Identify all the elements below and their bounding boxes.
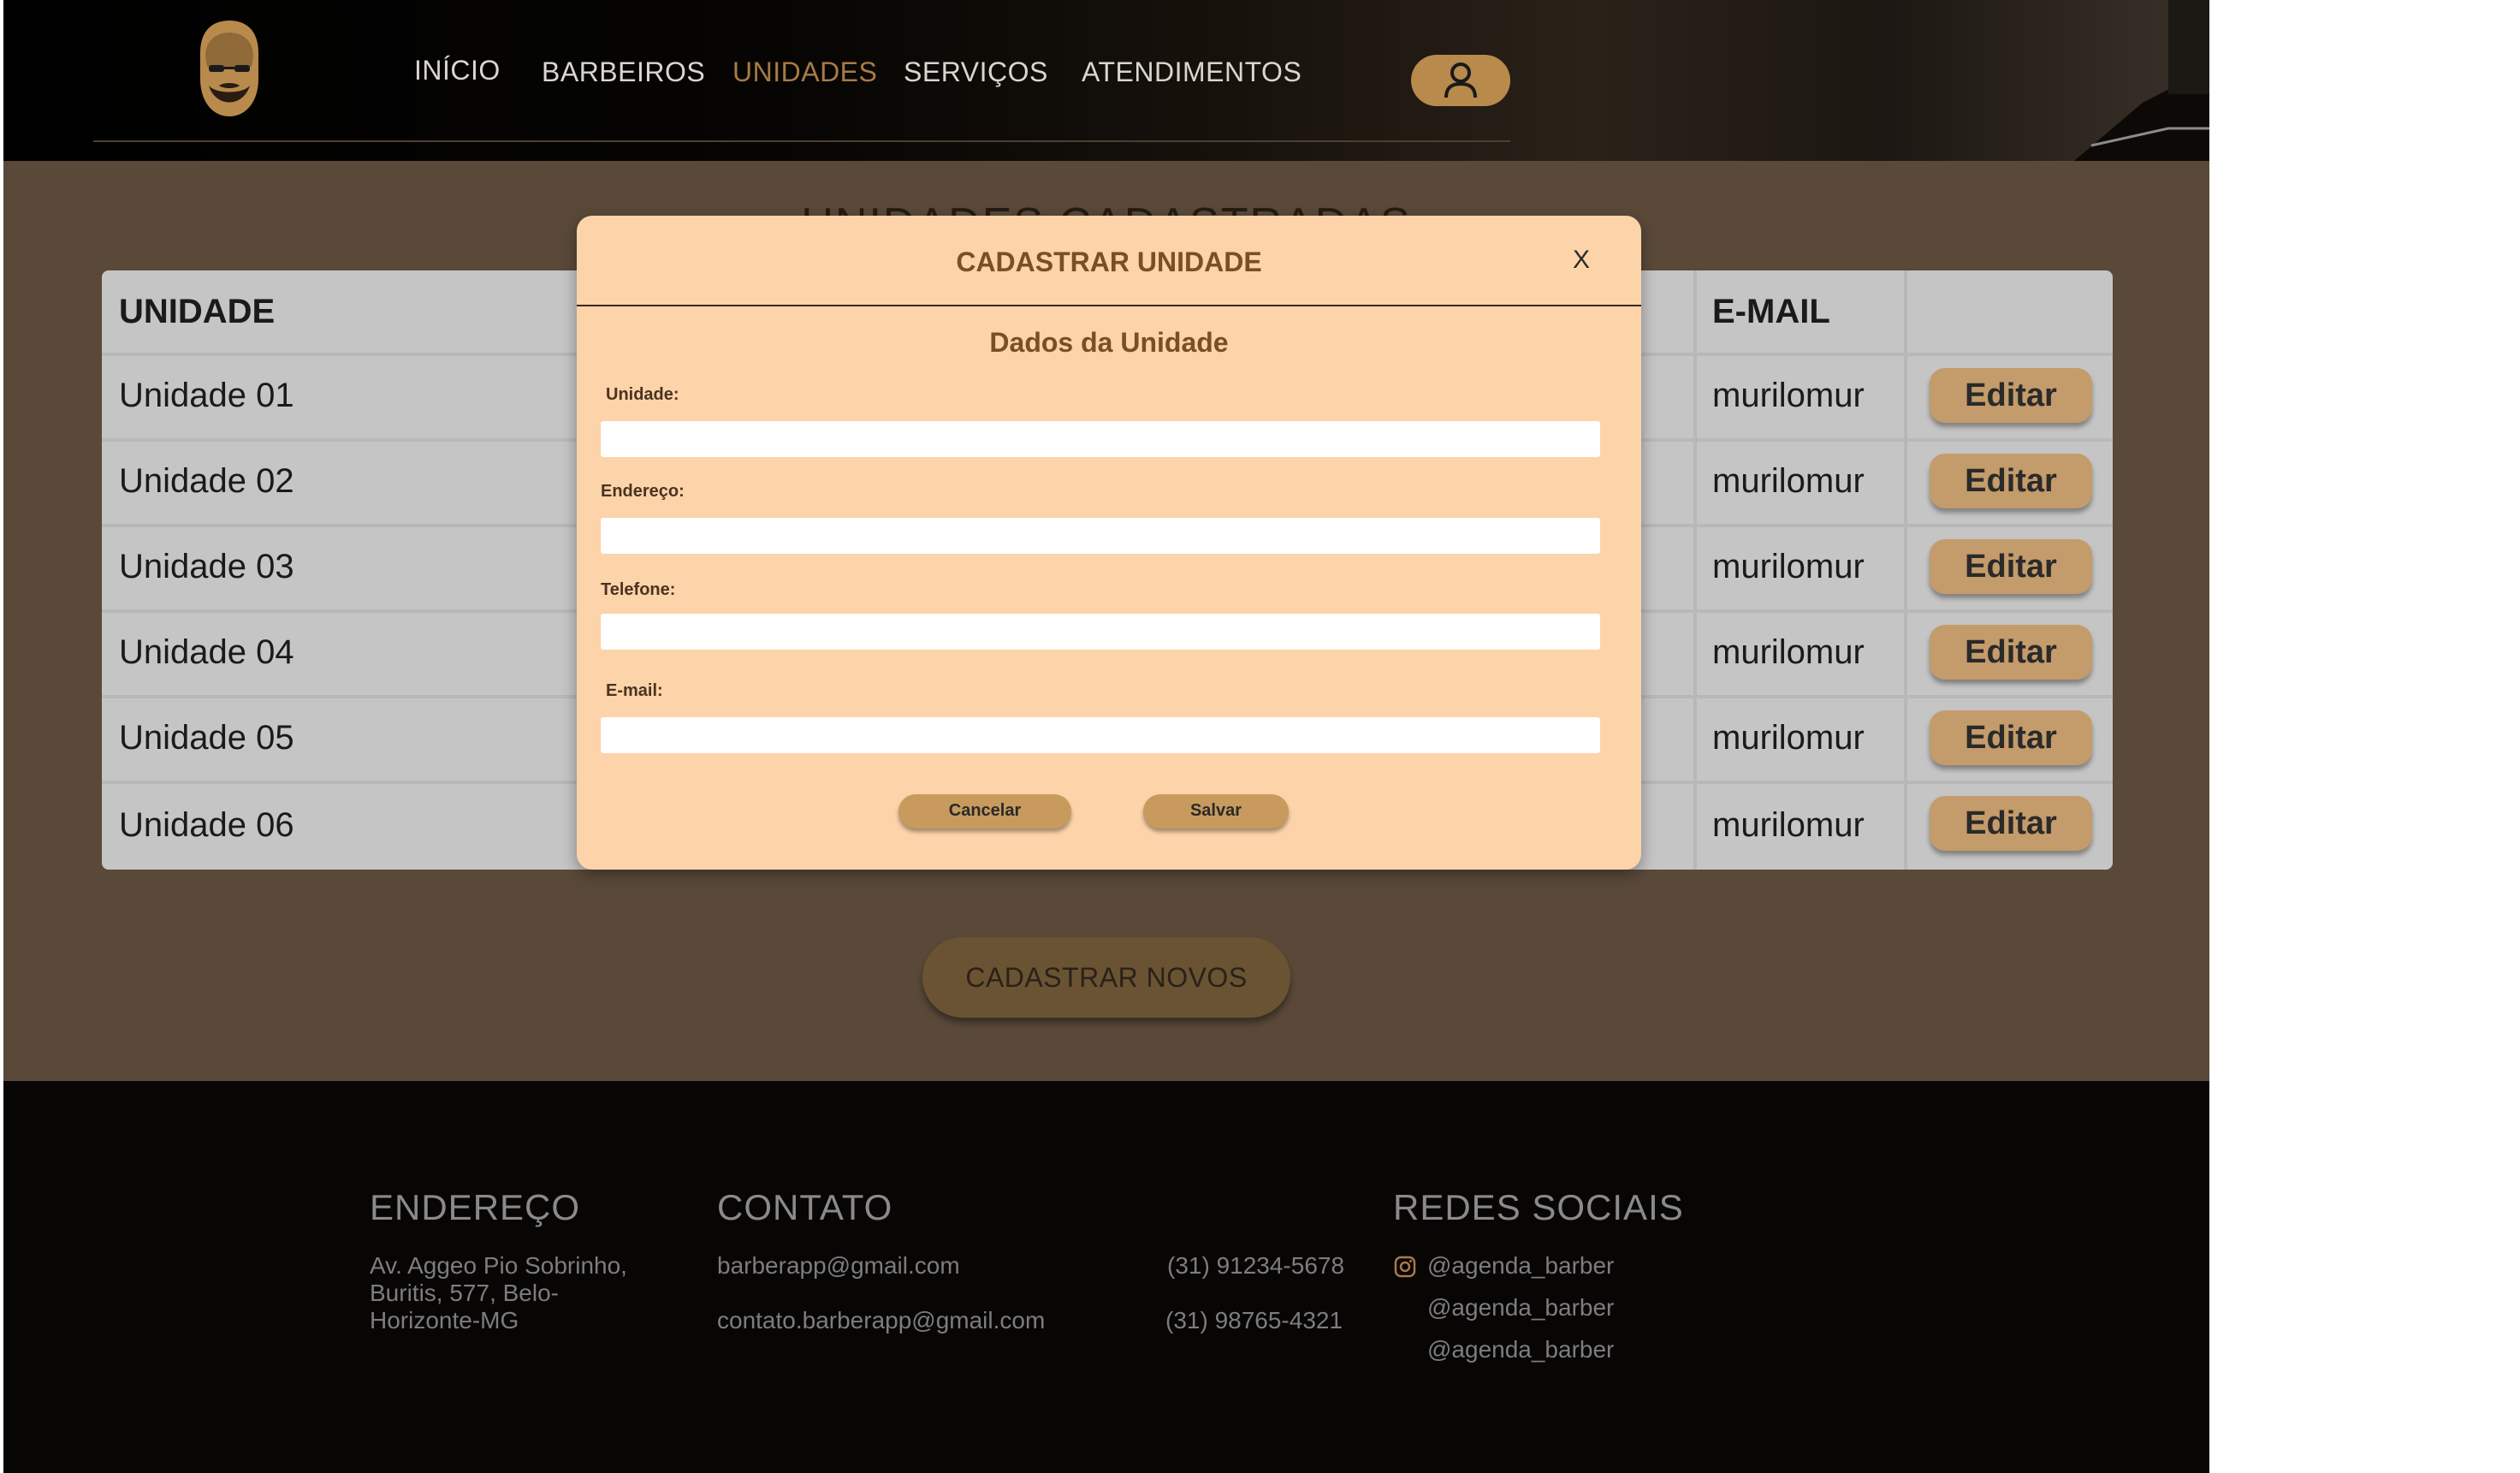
nav-atendimentos[interactable]: ATENDIMENTOS xyxy=(1082,56,1302,88)
phone-input[interactable] xyxy=(601,614,1600,650)
address-line: Av. Aggeo Pio Sobrinho, xyxy=(370,1252,627,1279)
edit-button[interactable]: Editar xyxy=(1930,710,2092,765)
header-background-scissors xyxy=(2074,0,2209,161)
unit-name: Unidade 04 xyxy=(119,633,294,671)
row-email-cell: murilomur xyxy=(1697,613,1904,695)
row-action-cell: Editar xyxy=(1907,356,2113,438)
row-action-cell: Editar xyxy=(1907,442,2113,524)
register-new-button[interactable]: CADASTRAR NOVOS xyxy=(922,937,1290,1018)
table-header-email: E-MAIL xyxy=(1697,270,1904,353)
phone-field-label: Telefone: xyxy=(601,580,676,599)
email-input[interactable] xyxy=(601,717,1600,753)
instagram-icon[interactable] xyxy=(1394,1256,1416,1278)
edit-button[interactable]: Editar xyxy=(1930,368,2092,423)
contact-email[interactable]: contato.barberapp@gmail.com xyxy=(717,1307,1045,1334)
email-field-label: E-mail: xyxy=(606,681,663,700)
address-line: Buritis, 577, Belo- xyxy=(370,1280,559,1306)
contact-email[interactable]: barberapp@gmail.com xyxy=(717,1252,960,1280)
unit-name: Unidade 05 xyxy=(119,719,294,757)
unit-name: Unidade 06 xyxy=(119,806,294,844)
page: INÍCIO BARBEIROS UNIDADES SERVIÇOS ATEND… xyxy=(3,0,2209,1473)
row-email-cell: murilomur xyxy=(1697,698,1904,781)
unit-email: murilomur xyxy=(1712,633,1865,671)
social-handle[interactable]: @agenda_barber xyxy=(1427,1252,1614,1280)
nav-barbeiros[interactable]: BARBEIROS xyxy=(542,56,705,88)
address-line: Horizonte-MG xyxy=(370,1307,519,1333)
modal-divider xyxy=(577,305,1641,306)
modal-subtitle: Dados da Unidade xyxy=(989,327,1229,358)
user-profile-button[interactable] xyxy=(1411,55,1510,106)
header-divider xyxy=(93,140,1510,142)
unit-name: Unidade 03 xyxy=(119,548,294,585)
row-action-cell: Editar xyxy=(1907,527,2113,609)
unit-input[interactable] xyxy=(601,421,1600,457)
unit-email: murilomur xyxy=(1712,377,1865,414)
row-email-cell: murilomur xyxy=(1697,356,1904,438)
social-handle[interactable]: @agenda_barber xyxy=(1427,1336,1614,1363)
cancel-button[interactable]: Cancelar xyxy=(898,794,1071,829)
address-input[interactable] xyxy=(601,518,1600,554)
row-action-cell: Editar xyxy=(1907,613,2113,695)
unit-name: Unidade 01 xyxy=(119,377,294,414)
user-icon xyxy=(1444,62,1477,98)
row-email-cell: murilomur xyxy=(1697,442,1904,524)
edit-button[interactable]: Editar xyxy=(1930,539,2092,594)
modal-title: CADASTRAR UNIDADE xyxy=(956,246,1262,277)
contact-phone: (31) 98765-4321 xyxy=(1165,1307,1343,1333)
row-email-cell: murilomur xyxy=(1697,784,1904,870)
register-unit-modal: CADASTRAR UNIDADE X Dados da Unidade Uni… xyxy=(577,216,1641,870)
site-footer: ENDEREÇO Av. Aggeo Pio Sobrinho, Buritis… xyxy=(3,1081,2209,1473)
contact-phone: (31) 91234-5678 xyxy=(1167,1252,1345,1279)
address-heading: ENDEREÇO xyxy=(370,1187,581,1227)
unit-email: murilomur xyxy=(1712,806,1865,844)
column-header-unit: UNIDADE xyxy=(119,293,276,330)
barber-logo-icon[interactable] xyxy=(193,19,265,118)
save-button[interactable]: Salvar xyxy=(1143,794,1289,829)
edit-button[interactable]: Editar xyxy=(1930,796,2092,851)
column-header-email: E-MAIL xyxy=(1712,293,1830,330)
nav-servicos[interactable]: SERVIÇOS xyxy=(904,56,1048,88)
unit-name: Unidade 02 xyxy=(119,462,294,500)
site-header: INÍCIO BARBEIROS UNIDADES SERVIÇOS ATEND… xyxy=(3,0,2209,161)
table-header-actions xyxy=(1907,270,2113,353)
social-heading: REDES SOCIAIS xyxy=(1393,1187,1684,1227)
close-icon[interactable]: X xyxy=(1564,243,1598,277)
row-email-cell: murilomur xyxy=(1697,527,1904,609)
unit-email: murilomur xyxy=(1712,719,1865,757)
edit-button[interactable]: Editar xyxy=(1930,625,2092,680)
contact-heading: CONTATO xyxy=(717,1187,893,1227)
row-action-cell: Editar xyxy=(1907,784,2113,870)
nav-unidades[interactable]: UNIDADES xyxy=(732,56,877,88)
unit-email: murilomur xyxy=(1712,548,1865,585)
nav-inicio[interactable]: INÍCIO xyxy=(414,55,501,86)
unit-email: murilomur xyxy=(1712,462,1865,500)
edit-button[interactable]: Editar xyxy=(1930,454,2092,508)
unit-field-label: Unidade: xyxy=(606,385,679,404)
address-field-label: Endereço: xyxy=(601,482,685,501)
social-handle[interactable]: @agenda_barber xyxy=(1427,1294,1614,1322)
row-action-cell: Editar xyxy=(1907,698,2113,781)
